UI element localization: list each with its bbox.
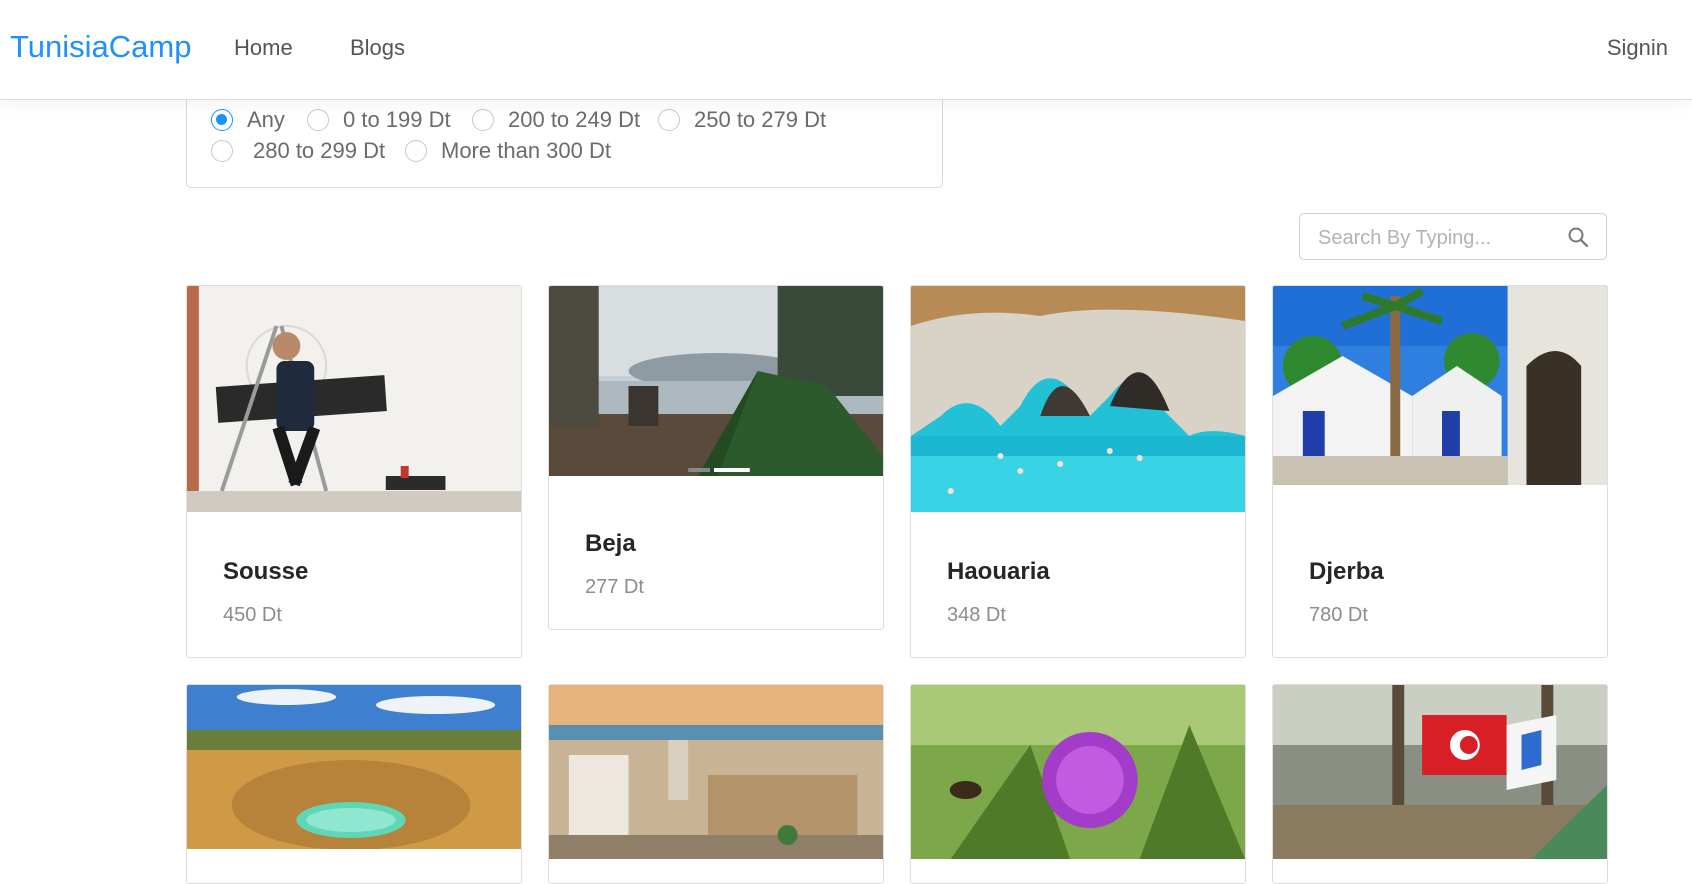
destination-price: 780 Dt xyxy=(1309,604,1368,626)
price-radio-200-249[interactable]: 200 to 249 Dt xyxy=(472,107,640,133)
destination-price: 348 Dt xyxy=(947,604,1006,626)
destination-image xyxy=(187,685,521,849)
price-radio-label: More than 300 Dt xyxy=(441,138,611,163)
destination-image xyxy=(187,286,521,512)
destination-image xyxy=(1273,286,1607,485)
radio-circle[interactable] xyxy=(307,109,329,131)
price-radio-280-299[interactable]: 280 to 299 Dt xyxy=(211,138,385,164)
destination-image xyxy=(911,286,1245,512)
destination-title: Haouaria xyxy=(947,558,1050,585)
price-radio-label: 280 to 299 Dt xyxy=(253,138,386,163)
destination-image xyxy=(1273,685,1607,859)
radio-circle[interactable] xyxy=(405,140,427,162)
destination-title: Djerba xyxy=(1309,558,1384,585)
destination-image xyxy=(549,286,883,476)
destination-price: 450 Dt xyxy=(223,604,282,626)
nav-blogs-link[interactable]: Blogs xyxy=(350,35,405,61)
radio-circle[interactable] xyxy=(211,140,233,162)
destination-price: 277 Dt xyxy=(585,576,644,598)
radio-circle[interactable] xyxy=(658,109,680,131)
top-navbar: TunisiaCamp Home Blogs Signin xyxy=(0,0,1692,100)
price-radio-300-plus[interactable]: More than 300 Dt xyxy=(405,138,611,164)
radio-circle[interactable] xyxy=(472,109,494,131)
price-radio-any[interactable]: Any xyxy=(211,107,285,133)
nav-home-link[interactable]: Home xyxy=(234,35,293,61)
destination-title: Sousse xyxy=(223,558,309,585)
destination-image xyxy=(911,685,1245,859)
destination-card-beja[interactable]: Beja 277 Dt xyxy=(548,285,884,630)
price-radio-label: 0 to 199 Dt xyxy=(343,107,451,132)
brand-logo-link[interactable]: TunisiaCamp xyxy=(10,29,191,65)
destination-card-row2-1[interactable] xyxy=(186,684,522,884)
price-radio-label: 250 to 279 Dt xyxy=(694,107,827,132)
search-box xyxy=(1299,213,1607,260)
search-icon[interactable] xyxy=(1566,225,1590,249)
destination-card-row2-2[interactable] xyxy=(548,684,884,884)
destination-image xyxy=(549,685,883,859)
price-radio-label: 200 to 249 Dt xyxy=(508,107,641,132)
destination-card-djerba[interactable]: Djerba 780 Dt xyxy=(1272,285,1608,658)
price-radio-250-279[interactable]: 250 to 279 Dt xyxy=(658,107,826,133)
radio-circle[interactable] xyxy=(211,109,233,131)
search-input[interactable] xyxy=(1316,223,1560,253)
price-radio-0-199[interactable]: 0 to 199 Dt xyxy=(307,107,451,133)
destination-card-sousse[interactable]: Sousse 450 Dt xyxy=(186,285,522,658)
price-radio-label: Any xyxy=(247,107,285,132)
destination-title: Beja xyxy=(585,530,636,557)
destination-card-haouaria[interactable]: Haouaria 348 Dt xyxy=(910,285,1246,658)
destination-card-row2-3[interactable] xyxy=(910,684,1246,884)
destination-card-row2-4[interactable] xyxy=(1272,684,1608,884)
nav-signin-link[interactable]: Signin xyxy=(1607,35,1668,61)
